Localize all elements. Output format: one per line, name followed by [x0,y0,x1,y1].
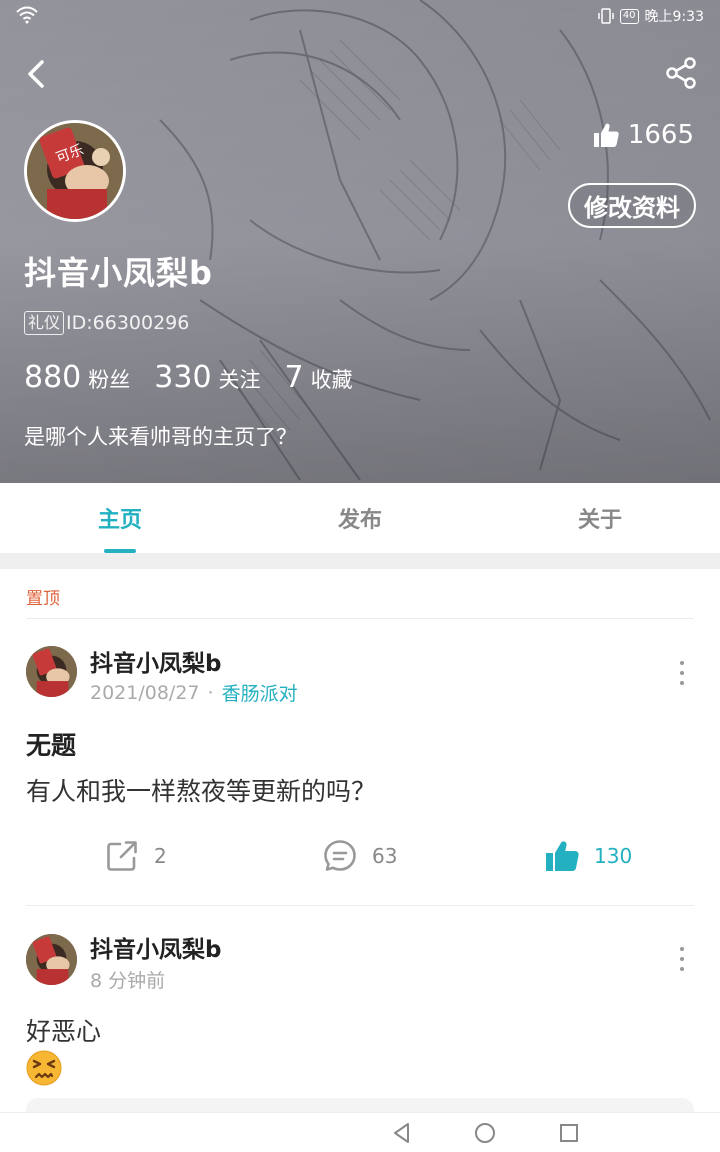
stat-followers[interactable]: 880 粉丝 [24,360,130,395]
persevering-face-emoji [26,1050,62,1086]
avatar-image [26,646,77,697]
like-count: 130 [594,844,633,868]
dot [680,661,684,665]
status-bar: 40 晚上9:33 [0,0,720,32]
share-icon[interactable] [664,56,698,90]
nav-recents-icon[interactable] [557,1121,581,1145]
dot [680,957,684,961]
header-shade [0,0,720,483]
more-options-button[interactable] [676,947,688,971]
divider [26,905,694,906]
tab-posts[interactable]: 发布 [240,483,480,553]
section-divider [0,553,720,569]
edit-profile-button[interactable]: 修改资料 [568,183,696,228]
dot [680,967,684,971]
system-nav-bar [0,1112,720,1152]
stat-number: 330 [154,360,212,395]
post-avatar[interactable] [26,934,77,985]
thumbs-up-icon [546,841,579,871]
more-options-button[interactable] [676,661,688,685]
profile-bio: 是哪个人来看帅哥的主页了？ [24,425,297,449]
pinned-label: 置顶 [26,589,60,609]
stat-label: 粉丝 [88,368,131,392]
share-count: 2 [154,844,167,868]
wifi-icon [16,6,38,24]
post-author[interactable]: 抖音小凤梨b [90,930,221,964]
thumbs-up-icon [593,123,619,147]
back-arrow-icon [28,60,44,88]
divider [26,618,694,619]
profile-id-row: 礼仪 ID:66300296 [24,311,189,335]
comment-action[interactable]: 63 [322,838,397,874]
profile-tabs: 主页 发布 关于 [0,483,720,553]
total-likes: 1665 [592,120,694,150]
stat-label: 关注 [218,368,261,392]
post-date: 8 分钟前 [90,970,166,992]
post-meta: 8 分钟前 [90,966,165,993]
stat-favorites[interactable]: 7 收藏 [285,360,353,395]
nav-home-icon[interactable] [473,1121,497,1145]
status-time: 晚上9:33 [644,9,704,25]
post-avatar[interactable] [26,646,77,697]
comment-icon [324,840,356,871]
profile-header: 40 晚上9:33 可乐 1665 修改资料 抖音小凤梨b 礼仪 ID:6630… [0,0,720,483]
share-action[interactable]: 2 [104,838,167,874]
profile-avatar[interactable]: 可乐 [24,120,126,222]
post-date: 2021/08/27 [90,681,200,704]
back-button[interactable] [18,54,54,94]
tab-home[interactable]: 主页 [0,483,240,553]
comment-count: 63 [372,844,398,868]
nav-back-icon[interactable] [390,1121,414,1145]
post-title: 无题 [26,731,77,760]
like-action[interactable]: 130 [544,838,632,874]
profile-stats: 880 粉丝 330 关注 7 收藏 [24,360,377,395]
profile-name: 抖音小凤梨b [24,254,213,292]
post-body: 好恶心 [26,1017,102,1046]
stat-number: 7 [284,360,304,395]
forward-icon [107,841,137,871]
avatar-image [26,934,77,985]
vibrate-icon [598,8,614,24]
avatar-image: 可乐 [27,123,123,219]
dot [680,671,684,675]
post-meta: 2021/08/27 · 香肠派对 [90,679,298,706]
meta-separator: · [207,681,214,704]
stat-number: 880 [24,360,82,395]
likes-count: 1665 [627,120,694,150]
post-body: 有人和我一样熬夜等更新的吗？ [26,777,377,806]
battery-indicator: 40 [619,8,639,24]
stat-label: 收藏 [310,368,353,392]
post-author[interactable]: 抖音小凤梨b [90,644,221,678]
profile-badge[interactable]: 礼仪 [24,311,65,335]
post-topic[interactable]: 香肠派对 [222,679,298,706]
dot [680,681,684,685]
profile-id: ID:66300296 [66,312,190,334]
tab-about[interactable]: 关于 [480,483,720,553]
dot [680,947,684,951]
stat-following[interactable]: 330 关注 [154,360,260,395]
post-actions: 2 63 130 [0,838,720,882]
